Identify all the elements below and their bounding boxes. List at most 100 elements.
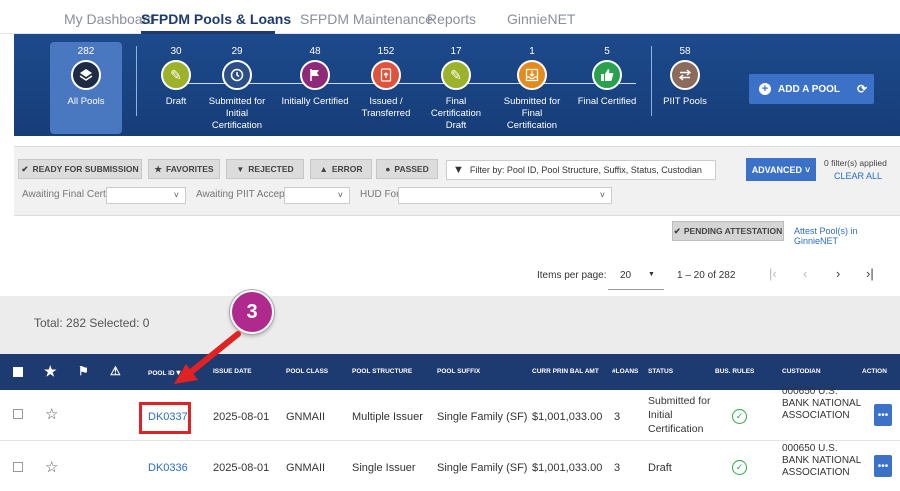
step-label: Draft [165, 96, 187, 107]
status-text: Draft [648, 462, 672, 474]
step-count: 152 [377, 46, 395, 57]
step-label: PIIT Pools [663, 96, 707, 107]
col-status[interactable]: STATUS [648, 368, 673, 375]
last-page-button[interactable]: ›| [866, 266, 874, 281]
tab-maintenance[interactable]: SFPDM Maintenance [300, 11, 433, 27]
chevron-down-icon: ˅ [337, 190, 343, 200]
favorites-button[interactable]: ★ FAVORITES [148, 159, 220, 179]
thumbs-down-icon[interactable]: ⚑ [78, 364, 89, 378]
passed-button[interactable]: ● PASSED [376, 159, 438, 179]
step-count: 29 [231, 46, 243, 57]
awaiting-final-cert-select[interactable]: ˅ [106, 187, 186, 204]
awaiting-piit-select[interactable]: ˅ [284, 187, 350, 204]
attest-pools-link[interactable]: Attest Pool(s) in GinnieNET [794, 226, 900, 246]
status-text: Submitted for Initial Certification [648, 395, 711, 435]
highlight-box [139, 402, 191, 434]
check-icon: ✔ [673, 225, 681, 236]
pool-structure: Single Issuer [352, 462, 416, 474]
first-page-button[interactable]: |‹ [769, 266, 777, 281]
divider [136, 46, 137, 116]
curr-prin-bal: $1,001,033.00 [532, 411, 603, 423]
check-circle-icon: ● [385, 164, 391, 174]
step-count: 58 [679, 46, 691, 57]
chevron-down-icon: ˅ [805, 164, 811, 175]
tab-reports[interactable]: Reports [427, 11, 476, 27]
tab-pools-loans[interactable]: SFPDM Pools & Loans [141, 11, 291, 27]
hud-forms-select[interactable]: ˅ [398, 187, 612, 204]
row-checkbox[interactable] [13, 409, 23, 419]
issue-date: 2025-08-01 [213, 462, 270, 474]
row-actions-button[interactable]: ••• [874, 455, 892, 477]
warning-icon: ▲ [319, 164, 328, 174]
col-curr-prin-bal[interactable]: CURR PRIN BAL AMT [532, 368, 599, 375]
pending-attestation-button[interactable]: ✔ PENDING ATTESTATION [672, 221, 784, 241]
total-bar: Total: 282 Selected: 0 [0, 296, 900, 354]
status-banner: 282 All Pools 30 ✎ Draft 29 Submitted fo… [14, 34, 900, 136]
step-label: All Pools [67, 96, 105, 107]
transfer-icon [670, 60, 700, 90]
step-count: 282 [77, 46, 95, 57]
total-selected-text: Total: 282 Selected: 0 [34, 316, 150, 330]
upload-file-icon [371, 60, 401, 90]
rejected-button[interactable]: ▼ REJECTED [226, 159, 304, 179]
advanced-button[interactable]: ADVANCED ˅ [746, 158, 816, 181]
issue-date: 2025-08-01 [213, 411, 270, 423]
clear-all-link[interactable]: CLEAR ALL [834, 171, 882, 181]
filter-bar: ✔ READY FOR SUBMISSION ★ FAVORITES ▼ REJ… [14, 146, 900, 216]
button-label: REJECTED [248, 164, 294, 174]
col-pool-structure[interactable]: POOL STRUCTURE [352, 368, 412, 375]
step-label: Initially Certified [281, 96, 349, 107]
row-actions-button[interactable]: ••• [874, 404, 892, 426]
pool-suffix: Single Family (SF) [437, 411, 528, 423]
tab-ginnienet[interactable]: GinnieNET [507, 11, 575, 27]
ready-for-submission-button[interactable]: ✔ READY FOR SUBMISSION [18, 159, 142, 179]
step-count: 1 [529, 46, 535, 57]
thumbs-up-icon [592, 60, 622, 90]
step-label: Final Certified [577, 96, 637, 107]
layers-icon [71, 60, 101, 90]
items-per-page-value: 20 [620, 270, 632, 281]
row-checkbox[interactable] [13, 462, 23, 472]
step-count: 17 [450, 46, 462, 57]
step-count: 5 [604, 46, 610, 57]
col-bus-rules[interactable]: BUS. RULES [715, 368, 754, 375]
curr-prin-bal: $1,001,033.00 [532, 462, 603, 474]
caret-down-icon: ▼ [648, 271, 655, 278]
pool-id-link[interactable]: DK0336 [148, 462, 188, 474]
search-filter-input[interactable]: ▼ Filter by: Pool ID, Pool Structure, Su… [446, 160, 716, 180]
pencil-icon: ✎ [441, 60, 471, 90]
items-per-page-label: Items per page: [537, 270, 607, 281]
next-page-button[interactable]: › [836, 266, 840, 281]
select-all-checkbox[interactable] [13, 367, 23, 377]
items-per-page-select[interactable]: 20 ▼ [608, 264, 664, 290]
error-button[interactable]: ▲ ERROR [310, 159, 372, 179]
add-pool-button[interactable]: + ADD A POOL ⟳ [749, 74, 874, 104]
button-label: READY FOR SUBMISSION [32, 164, 139, 174]
col-custodian[interactable]: CUSTODIAN [782, 368, 821, 375]
col-pool-suffix[interactable]: POOL SUFFIX [437, 368, 480, 375]
col-loans[interactable]: #LOANS [612, 368, 638, 375]
refresh-icon[interactable]: ⟳ [857, 82, 867, 96]
warning-icon[interactable]: ⚠ [110, 364, 121, 378]
prev-page-button[interactable]: ‹ [803, 266, 807, 281]
pool-suffix: Single Family (SF) [437, 462, 528, 474]
star-outline-icon[interactable]: ☆ [45, 458, 58, 476]
table-header: ★ ⚑ ⚠ POOL ID ▾ ISSUE DATE POOL CLASS PO… [0, 354, 900, 390]
pool-structure: Multiple Issuer [352, 411, 423, 423]
step-label: Issued / Transferred [361, 96, 411, 119]
check-circle-icon: ✓ [732, 409, 747, 424]
awaiting-final-cert-label: Awaiting Final Cert. [22, 189, 109, 200]
pencil-icon: ✎ [161, 60, 191, 90]
chevron-down-icon: ˅ [599, 190, 605, 200]
flag-icon [300, 60, 330, 90]
step-count: 48 [309, 46, 321, 57]
loan-count: 3 [614, 411, 621, 423]
star-icon[interactable]: ★ [44, 363, 57, 380]
custodian: 000650 U.S. BANK NATIONAL ASSOCIATION [782, 386, 861, 421]
col-pool-class[interactable]: POOL CLASS [286, 368, 328, 375]
step-label: Submitted for Initial Certification [208, 96, 266, 131]
step-label: Submitted for Final Certification [503, 96, 561, 131]
star-outline-icon[interactable]: ☆ [45, 405, 58, 423]
check-icon: ✔ [21, 163, 29, 174]
divider [651, 46, 652, 116]
